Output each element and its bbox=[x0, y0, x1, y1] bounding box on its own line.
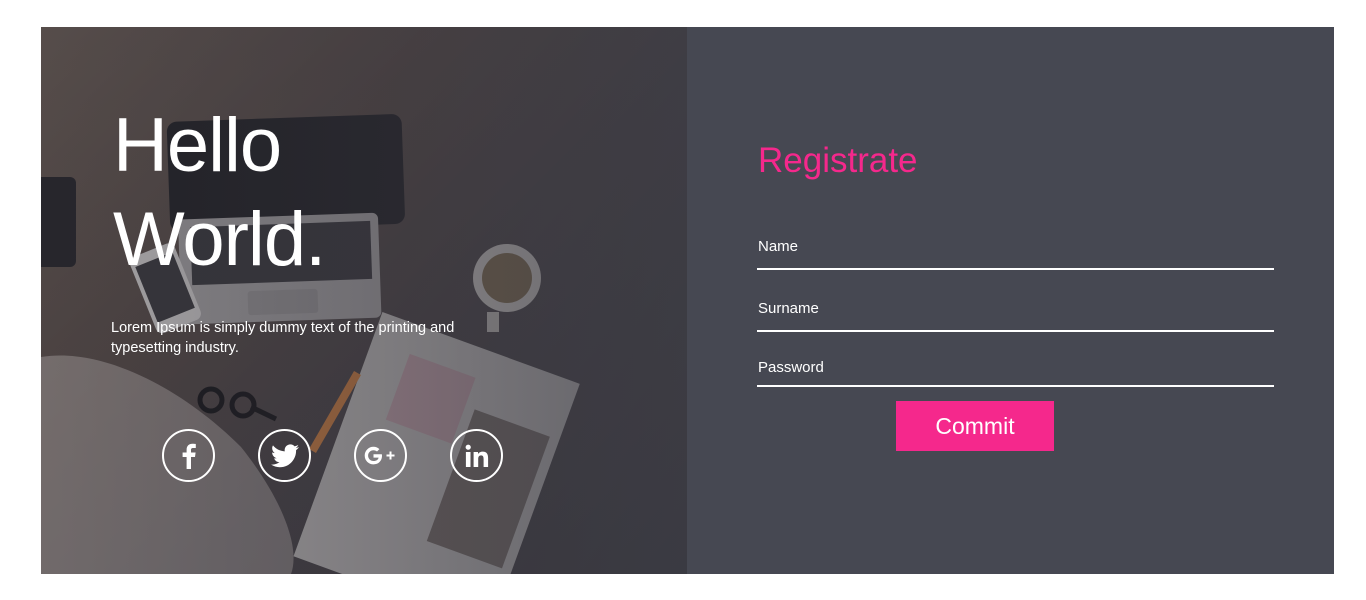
hero-title: Hello World. bbox=[113, 99, 326, 287]
name-input[interactable] bbox=[757, 225, 1274, 270]
hero-panel: Hello World. Lorem Ipsum is simply dummy… bbox=[41, 27, 687, 574]
hero-title-line2: World. bbox=[113, 197, 326, 282]
google-plus-button[interactable] bbox=[354, 429, 407, 482]
google-plus-icon bbox=[364, 446, 394, 464]
linkedin-icon bbox=[465, 444, 488, 467]
twitter-icon bbox=[270, 443, 299, 467]
facebook-button[interactable] bbox=[162, 429, 215, 482]
facebook-icon bbox=[182, 443, 196, 469]
commit-button[interactable]: Commit bbox=[896, 401, 1054, 451]
hero-description: Lorem Ipsum is simply dummy text of the … bbox=[111, 320, 455, 356]
surname-input[interactable] bbox=[757, 287, 1274, 332]
registration-panel: Registrate bbox=[687, 27, 1334, 574]
linkedin-button[interactable] bbox=[450, 429, 503, 482]
social-links bbox=[162, 429, 503, 482]
twitter-button[interactable] bbox=[258, 429, 311, 482]
form-title: Registrate bbox=[758, 141, 918, 180]
password-input[interactable] bbox=[757, 349, 1274, 387]
register-card: Hello World. Lorem Ipsum is simply dummy… bbox=[41, 27, 1334, 574]
hero-title-line1: Hello bbox=[113, 103, 282, 188]
